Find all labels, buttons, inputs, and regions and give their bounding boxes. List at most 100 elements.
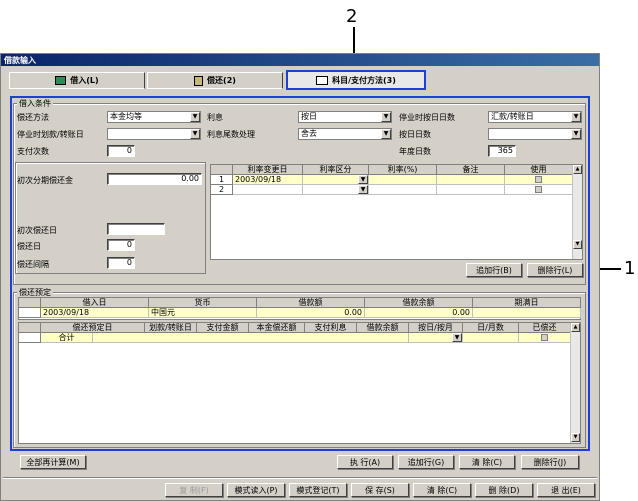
summary-col-balance: 借款余额 (365, 298, 473, 308)
total-label-cell: 合计 (41, 333, 93, 343)
summary-col-currency: 货币 (149, 298, 257, 308)
rate-date-cell[interactable] (233, 185, 303, 195)
chevron-down-icon: ▼ (358, 175, 368, 184)
payments-label: 支付次数 (17, 147, 49, 156)
schedule-col-day-month: 按日/按月 (409, 323, 463, 333)
recalc-all-button[interactable]: 全部再计算(M) (20, 455, 86, 469)
execute-button[interactable]: 执 行(A) (337, 455, 393, 469)
schedule-col-repaid: 已偿还 (519, 323, 571, 333)
load-template-button[interactable]: 模式读入(P) (227, 483, 285, 497)
summary-col-borrow-date: 借入日 (41, 298, 149, 308)
repay-method-label: 偿还方法 (17, 113, 49, 122)
scroll-up-icon[interactable]: ▲ (571, 323, 580, 332)
transfer-day-select[interactable]: ▼ (107, 128, 201, 140)
register-template-button[interactable]: 模式登记(T) (289, 483, 347, 497)
rate-row-header (211, 165, 233, 175)
callout-label-1: 1 (624, 258, 636, 279)
schedule-table: 偿还预定日 划款/转账日 支付金额 本金偿还额 支付利息 借款余额 按日/按月 … (18, 322, 581, 444)
tab-repay[interactable]: 偿还(2) (147, 72, 283, 89)
transfer-day-label: 停业时划款/转账日 (17, 130, 84, 139)
chevron-down-icon: ▼ (571, 112, 581, 122)
rate-table: 利率变更日 利率区分 利率(%) 备注 使用 1 2003/09/18 ▼ 2 … (210, 164, 583, 260)
exit-button[interactable]: 退 出(E) (537, 483, 595, 497)
interest-select[interactable]: 按日 ▼ (298, 111, 392, 123)
rate-col-note: 备注 (437, 165, 505, 175)
rate-col-type: 利率区分 (303, 165, 369, 175)
first-repay-date-label: 初次偿还日 (17, 226, 57, 235)
schedule-scrollbar[interactable]: ▲ ▼ (570, 323, 580, 443)
daily-basis-label: 停业时按日日数 (399, 113, 455, 122)
summary-balance-cell: 0.00 (365, 308, 473, 318)
rate-col-use: 使用 (505, 165, 573, 175)
ledger-icon (194, 75, 204, 86)
chevron-down-icon: ▼ (381, 112, 391, 122)
rate-use-cell[interactable] (505, 175, 573, 185)
schedule-col-balance: 借款余额 (357, 323, 409, 333)
chevron-down-icon: ▼ (381, 129, 391, 139)
rate-col-change-date: 利率变更日 (233, 165, 303, 175)
year-days-label: 年度日数 (399, 147, 431, 156)
rate-note-cell[interactable] (437, 175, 505, 185)
rate-delete-row-button[interactable]: 删除行(L) (527, 263, 583, 277)
total-row-cell (93, 333, 409, 343)
summary-col-amount: 借款额 (257, 298, 365, 308)
first-installment-field[interactable]: 0.00 (107, 173, 202, 185)
clear-button[interactable]: 清 除(C) (413, 483, 471, 497)
summary-col-maturity: 期满日 (473, 298, 581, 308)
repay-method-select[interactable]: 本金均等 ▼ (107, 111, 201, 123)
schedule-col-interest: 支付利息 (305, 323, 357, 333)
rate-use-cell[interactable] (505, 185, 573, 195)
tab-borrow[interactable]: 借入(L) (9, 72, 145, 89)
payment-icon (316, 75, 329, 85)
chevron-down-icon: ▼ (452, 333, 462, 342)
rate-add-row-button[interactable]: 追加行(B) (466, 263, 522, 277)
rate-value-cell[interactable] (369, 185, 437, 195)
total-day-month-cell: ▼ (409, 333, 463, 343)
schedule-col-transfer-date: 划款/转账日 (145, 323, 197, 333)
schedule-delete-row-button[interactable]: 删除行(J) (521, 455, 579, 469)
summary-row-number (19, 308, 41, 318)
day-count-select[interactable]: ▼ (488, 128, 582, 140)
payments-field[interactable]: 0 (107, 145, 135, 157)
repay-day-field[interactable]: 0 (107, 239, 135, 251)
summary-row-header (19, 298, 41, 308)
schedule-col-due-date: 偿还预定日 (41, 323, 145, 333)
first-repay-date-field[interactable] (107, 223, 165, 235)
rate-type-cell[interactable]: ▼ (303, 175, 369, 185)
schedule-col-count: 日/月数 (463, 323, 519, 333)
day-count-label: 按日日数 (399, 130, 431, 139)
year-days-field[interactable]: 365 (488, 145, 516, 157)
chevron-down-icon: ▼ (190, 129, 200, 139)
conditions-legend: 借入条件 (17, 98, 53, 109)
summary-borrow-date-cell: 2003/09/18 (41, 308, 149, 318)
rounding-select[interactable]: 舍去 ▼ (298, 128, 392, 140)
schedule-row-header (19, 323, 41, 333)
schedule-col-payment: 支付金额 (197, 323, 249, 333)
rate-col-rate: 利率(%) (369, 165, 437, 175)
scroll-down-icon[interactable]: ▼ (571, 433, 580, 442)
summary-currency-cell: 中国元 (149, 308, 257, 318)
scroll-down-icon[interactable]: ▼ (573, 240, 582, 249)
repay-day-label: 偿还日 (17, 242, 41, 251)
delete-button[interactable]: 删 除(D) (475, 483, 533, 497)
daily-basis-select[interactable]: 汇款/转账日 ▼ (488, 111, 582, 123)
interest-label: 利息 (207, 113, 223, 122)
rate-value-cell[interactable] (369, 175, 437, 185)
copy-button[interactable]: 复 制(F) (165, 483, 223, 497)
schedule-add-row-button[interactable]: 追加行(G) (398, 455, 454, 469)
loan-input-window: 借款输入 借入(L) 偿还(2) 科目/支付方法(3) 借入条件 偿还方法 本金… (0, 53, 600, 501)
rate-table-scrollbar[interactable]: ▲ ▼ (572, 165, 582, 259)
save-button[interactable]: 保 存(S) (351, 483, 409, 497)
schedule-clear-button[interactable]: 清 除(C) (459, 455, 515, 469)
table-row-number: 2 (211, 185, 233, 195)
table-row-number: 1 (211, 175, 233, 185)
rounding-label: 利息尾数处理 (207, 130, 255, 139)
schedule-summary-table: 借入日 货币 借款额 借款余额 期满日 2003/09/18 中国元 0.00 … (18, 297, 581, 320)
first-installment-label: 初次分期偿还金 (17, 176, 73, 185)
rate-note-cell[interactable] (437, 185, 505, 195)
tab-account-payment[interactable]: 科目/支付方法(3) (286, 70, 426, 90)
repay-interval-field[interactable]: 0 (107, 257, 135, 269)
scroll-up-icon[interactable]: ▲ (573, 165, 582, 174)
rate-type-cell[interactable]: ▼ (303, 185, 369, 195)
rate-date-cell[interactable]: 2003/09/18 (233, 175, 303, 185)
